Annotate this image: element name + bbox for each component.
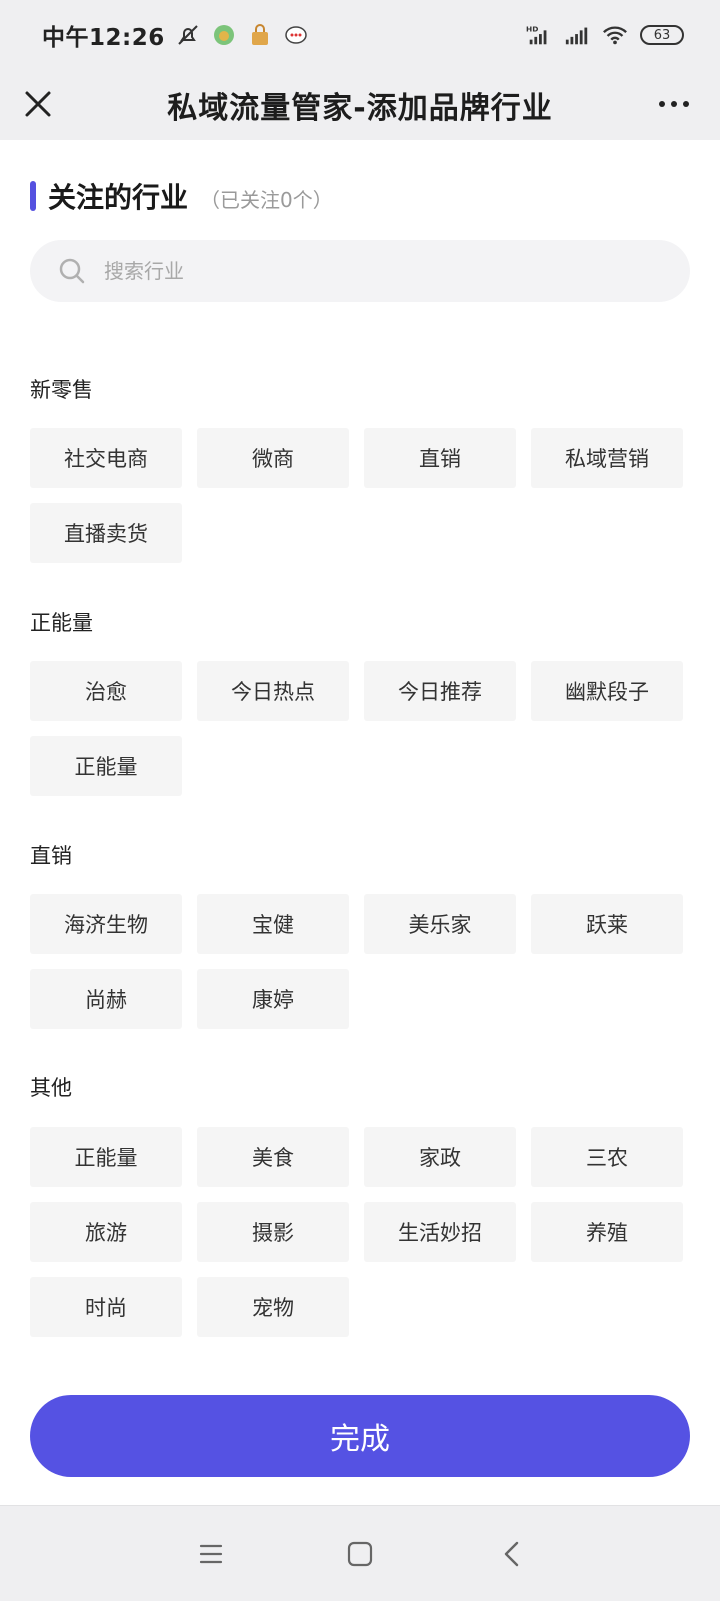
back-icon[interactable] bbox=[494, 1536, 530, 1572]
industry-tag[interactable]: 治愈 bbox=[30, 661, 182, 721]
search-input[interactable] bbox=[102, 258, 666, 284]
menu-icon[interactable] bbox=[193, 1536, 229, 1572]
section-label-direct-sales: 直销 bbox=[30, 844, 72, 868]
industry-tag[interactable]: 社交电商 bbox=[30, 428, 182, 488]
mute-icon bbox=[175, 22, 201, 48]
industry-tag[interactable]: 宠物 bbox=[197, 1277, 349, 1337]
svg-text:HD: HD bbox=[526, 24, 538, 33]
industry-tag[interactable]: 幽默段子 bbox=[531, 661, 683, 721]
status-time: 中午12:26 bbox=[42, 25, 165, 51]
home-icon[interactable] bbox=[342, 1536, 378, 1572]
section-label-other: 其他 bbox=[30, 1076, 72, 1100]
done-button[interactable]: 完成 bbox=[30, 1395, 690, 1477]
section-label-retail: 新零售 bbox=[30, 378, 93, 402]
lock-app-icon bbox=[247, 22, 273, 48]
signal-icon bbox=[564, 22, 590, 48]
industry-tag[interactable]: 正能量 bbox=[30, 1127, 182, 1187]
chat-icon bbox=[283, 22, 309, 48]
status-bar: 中午12:26 HD 63 bbox=[0, 0, 720, 70]
industry-tag[interactable]: 家政 bbox=[364, 1127, 516, 1187]
close-icon[interactable] bbox=[20, 86, 56, 122]
accent-bar bbox=[30, 181, 36, 211]
industry-tag[interactable]: 旅游 bbox=[30, 1202, 182, 1262]
more-icon[interactable] bbox=[652, 86, 696, 122]
search-icon bbox=[58, 257, 86, 285]
title-bar: 私域流量管家-添加品牌行业 bbox=[0, 70, 720, 140]
follow-header: 关注的行业 （已关注0个） bbox=[30, 176, 333, 216]
industry-tag[interactable]: 康婷 bbox=[197, 969, 349, 1029]
industry-tag[interactable]: 今日推荐 bbox=[364, 661, 516, 721]
industry-tag[interactable]: 海济生物 bbox=[30, 894, 182, 954]
industry-tag[interactable]: 正能量 bbox=[30, 736, 182, 796]
battery-icon: 63 bbox=[640, 25, 684, 45]
industry-tag[interactable]: 三农 bbox=[531, 1127, 683, 1187]
industry-tag[interactable]: 微商 bbox=[197, 428, 349, 488]
industry-tag[interactable]: 养殖 bbox=[531, 1202, 683, 1262]
industry-tag[interactable]: 摄影 bbox=[197, 1202, 349, 1262]
page-title: 私域流量管家-添加品牌行业 bbox=[167, 91, 553, 126]
industry-tag[interactable]: 跃莱 bbox=[531, 894, 683, 954]
follow-count: （已关注0个） bbox=[200, 188, 333, 212]
nav-bar bbox=[0, 1505, 720, 1601]
search-bar[interactable] bbox=[30, 240, 690, 302]
industry-tag[interactable]: 尚赫 bbox=[30, 969, 182, 1029]
industry-tag[interactable]: 今日热点 bbox=[197, 661, 349, 721]
wifi-icon bbox=[602, 22, 628, 48]
hd-signal-icon: HD bbox=[526, 22, 552, 48]
industry-tag[interactable]: 时尚 bbox=[30, 1277, 182, 1337]
industry-tag[interactable]: 宝健 bbox=[197, 894, 349, 954]
industry-tag[interactable]: 美食 bbox=[197, 1127, 349, 1187]
section-label-positive: 正能量 bbox=[30, 611, 93, 635]
follow-title: 关注的行业 bbox=[48, 181, 189, 214]
industry-tag[interactable]: 私域营销 bbox=[531, 428, 683, 488]
industry-tag[interactable]: 生活妙招 bbox=[364, 1202, 516, 1262]
industry-tag[interactable]: 直销 bbox=[364, 428, 516, 488]
app-icon bbox=[211, 22, 237, 48]
industry-tag[interactable]: 美乐家 bbox=[364, 894, 516, 954]
industry-tag[interactable]: 直播卖货 bbox=[30, 503, 182, 563]
